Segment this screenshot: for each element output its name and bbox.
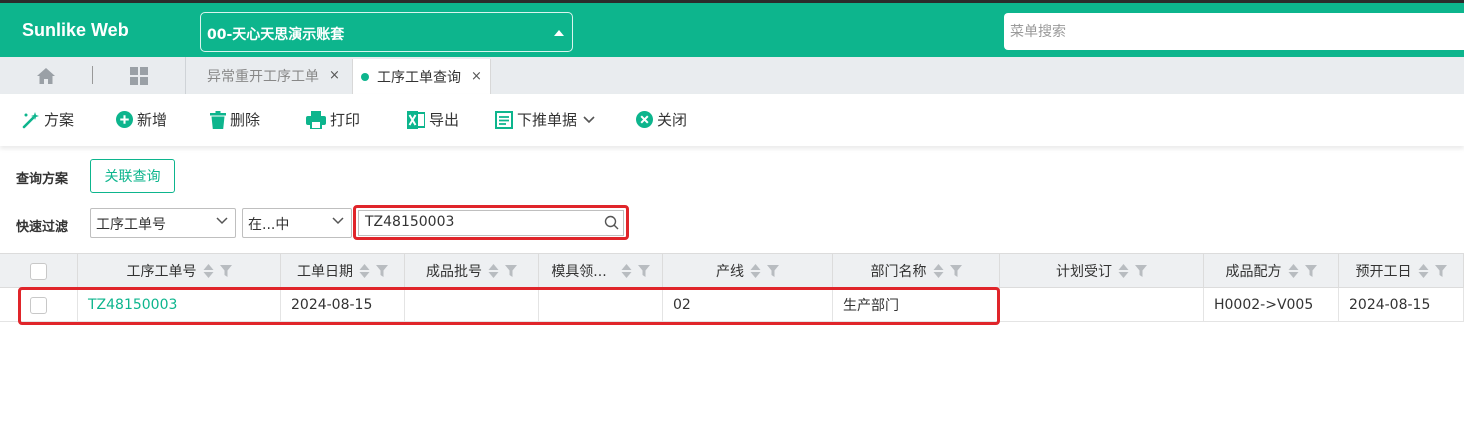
col-header[interactable]: 计划受订	[1000, 254, 1204, 288]
data-grid: 工序工单号 工单日期 成品批号 模具领... 产线 部门名称 计划受订 成品配方…	[0, 253, 1464, 430]
export-label: 导出	[429, 111, 460, 129]
col-header[interactable]: 工单日期	[281, 254, 405, 288]
col-header[interactable]: 成品配方	[1204, 254, 1339, 288]
scheme-button[interactable]: 方案	[22, 109, 74, 130]
col-header[interactable]: 模具领...	[539, 254, 663, 288]
account-name: 00-天心天思演示账套	[207, 27, 345, 43]
sort-icon[interactable]	[1418, 264, 1429, 278]
quick-filter-label: 快速过滤	[16, 220, 69, 235]
col-label: 产线	[716, 264, 744, 280]
chevron-down-icon	[332, 217, 344, 225]
chevron-down-icon	[216, 217, 228, 225]
col-header[interactable]: 部门名称	[833, 254, 1000, 288]
grid-icon	[130, 66, 148, 85]
sort-icon[interactable]	[1118, 264, 1129, 278]
tab-label: 异常重开工序工单	[207, 68, 319, 85]
col-label: 工序工单号	[126, 264, 197, 280]
caret-up-icon	[554, 30, 564, 36]
col-label: 预开工日	[1355, 264, 1412, 280]
filter-icon[interactable]	[505, 265, 517, 277]
sort-icon[interactable]	[750, 264, 761, 278]
col-header[interactable]: 工序工单号	[78, 254, 281, 288]
home-icon	[37, 67, 55, 84]
query-scheme-label: 查询方案	[16, 172, 69, 187]
delete-button[interactable]: 删除	[210, 109, 260, 130]
print-label: 打印	[330, 111, 361, 129]
print-button[interactable]: 打印	[306, 109, 360, 130]
sort-icon[interactable]	[933, 264, 944, 278]
filter-icon[interactable]	[637, 265, 650, 277]
col-header[interactable]: 预开工日	[1339, 254, 1464, 288]
close-icon[interactable]: ×	[329, 68, 340, 83]
formula-cell: H0002->V005	[1204, 288, 1339, 322]
tab-home[interactable]	[0, 57, 92, 94]
chevron-down-icon	[583, 115, 595, 123]
tab-abnormal-reopen[interactable]: 异常重开工序工单 ×	[207, 57, 340, 94]
filter-icon[interactable]	[1434, 265, 1447, 277]
select-all-cell	[0, 254, 78, 288]
filter-icon[interactable]	[376, 265, 388, 277]
magic-wand-icon	[22, 111, 39, 128]
excel-icon	[407, 110, 425, 129]
col-header[interactable]: 产线	[663, 254, 833, 288]
brand-logo: Sunlike Web	[22, 20, 129, 40]
associated-query-button[interactable]: 关联查询	[90, 159, 175, 193]
account-selector[interactable]: 00-天心天思演示账套	[200, 12, 573, 52]
sort-icon[interactable]	[488, 264, 499, 278]
push-down-button[interactable]: 下推单据	[495, 109, 599, 130]
add-label: 新增	[137, 111, 168, 129]
add-button[interactable]: 新增	[116, 109, 167, 130]
sort-icon[interactable]	[203, 264, 214, 278]
highlight-box	[18, 287, 1000, 325]
trash-icon	[210, 110, 226, 129]
grid-header: 工序工单号 工单日期 成品批号 模具领... 产线 部门名称 计划受订 成品配方…	[0, 254, 1464, 288]
document-list-icon	[495, 110, 513, 129]
export-button[interactable]: 导出	[407, 109, 459, 130]
tab-process-order-query[interactable]: 工序工单查询 ×	[352, 59, 491, 94]
tab-label: 工序工单查询	[377, 69, 461, 86]
sort-icon[interactable]	[621, 264, 632, 278]
close-button[interactable]: 关闭	[636, 109, 687, 130]
filter-operator-select[interactable]: 在...中	[242, 208, 352, 238]
filter-icon[interactable]	[767, 265, 779, 277]
printer-icon	[306, 110, 326, 129]
close-icon[interactable]: ×	[471, 69, 482, 84]
scheme-label: 方案	[44, 111, 75, 129]
tab-divider	[185, 57, 186, 94]
sort-icon[interactable]	[359, 264, 370, 278]
filter-icon[interactable]	[1135, 265, 1147, 277]
col-header[interactable]: 成品批号	[405, 254, 539, 288]
planned-start-cell: 2024-08-15	[1339, 288, 1464, 322]
filter-icon[interactable]	[1304, 265, 1317, 277]
select-all-checkbox[interactable]	[30, 262, 47, 280]
tab-strip: 异常重开工序工单 × 工序工单查询 ×	[0, 57, 1464, 94]
toolbar: 方案 新增 删除 打印 导出 下推单据 关闭	[0, 94, 1464, 146]
close-circle-icon	[636, 111, 653, 128]
filter-field-value: 工序工单号	[96, 217, 166, 233]
active-dot-icon	[361, 72, 369, 81]
push-down-label: 下推单据	[517, 111, 578, 129]
col-label: 成品批号	[426, 264, 482, 280]
tab-app-grid[interactable]	[93, 57, 185, 94]
col-label: 模具领...	[551, 264, 607, 280]
filter-icon[interactable]	[219, 265, 232, 277]
close-label: 关闭	[657, 111, 688, 129]
highlight-box	[353, 205, 629, 240]
col-label: 工单日期	[297, 264, 353, 280]
col-label: 计划受订	[1056, 264, 1112, 280]
filter-field-select[interactable]: 工序工单号	[90, 208, 236, 238]
col-label: 部门名称	[870, 264, 927, 280]
col-label: 成品配方	[1225, 264, 1282, 280]
filter-icon[interactable]	[949, 265, 962, 277]
sort-icon[interactable]	[1288, 264, 1299, 278]
plus-circle-icon	[116, 111, 133, 128]
menu-search-input[interactable]	[1004, 13, 1464, 50]
delete-label: 删除	[230, 111, 261, 129]
top-bar: Sunlike Web 00-天心天思演示账套	[0, 0, 1464, 57]
planned-order-cell	[1000, 288, 1204, 322]
filter-operator-value: 在...中	[248, 217, 290, 233]
